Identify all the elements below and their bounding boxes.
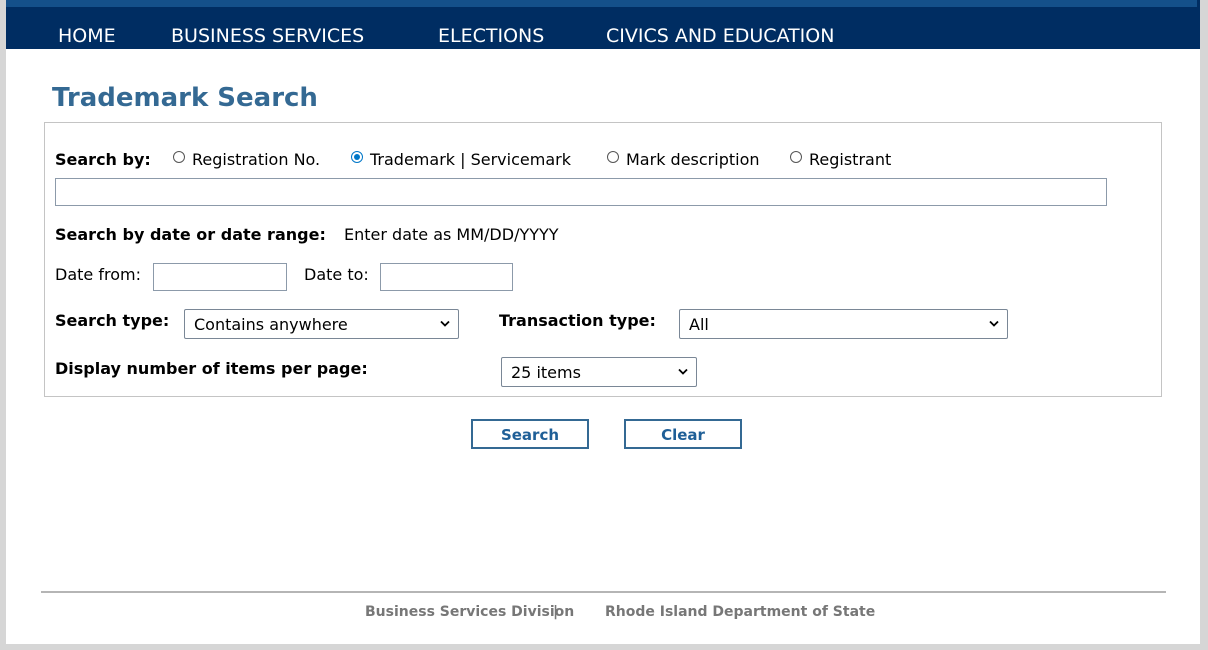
date-from-input[interactable] (153, 263, 287, 291)
search-form-box: Search by: Registration No. Trademark | … (44, 122, 1162, 397)
transaction-type-select[interactable]: All (679, 309, 1008, 339)
radio-label-trademark-servicemark[interactable]: Trademark | Servicemark (370, 150, 571, 170)
nav-item-civics-and-education[interactable]: CIVICS AND EDUCATION (606, 25, 834, 47)
transaction-type-selected-value: All (689, 315, 709, 334)
radio-mark-description[interactable] (607, 151, 619, 163)
nav-item-elections[interactable]: ELECTIONS (438, 25, 544, 47)
radio-trademark-servicemark[interactable] (351, 151, 363, 163)
items-per-page-select[interactable]: 25 items (501, 357, 697, 387)
footer-department-link[interactable]: Rhode Island Department of State (605, 603, 875, 621)
search-button[interactable]: Search (471, 419, 589, 449)
radio-label-mark-description[interactable]: Mark description (626, 150, 760, 170)
top-navigation-bar: HOME BUSINESS SERVICES ELECTIONS CIVICS … (6, 0, 1200, 49)
date-format-hint: Enter date as MM/DD/YYYY (344, 225, 559, 244)
chevron-down-icon (678, 368, 688, 375)
footer-separator: | (553, 604, 559, 620)
date-range-label: Search by date or date range: (55, 225, 326, 244)
page-title: Trademark Search (52, 83, 318, 113)
search-type-selected-value: Contains anywhere (194, 315, 348, 334)
nav-item-business-services[interactable]: BUSINESS SERVICES (171, 25, 364, 47)
nav-item-home[interactable]: HOME (58, 25, 116, 47)
chevron-down-icon (440, 320, 450, 327)
clear-button[interactable]: Clear (624, 419, 742, 449)
search-type-select[interactable]: Contains anywhere (184, 309, 459, 339)
search-text-input[interactable] (55, 178, 1107, 206)
search-by-label: Search by: (55, 150, 151, 169)
transaction-type-label: Transaction type: (499, 311, 656, 330)
items-per-page-label: Display number of items per page: (55, 359, 368, 378)
date-from-label: Date from: (55, 265, 141, 284)
radio-label-registration-no[interactable]: Registration No. (192, 150, 320, 170)
radio-registration-no[interactable] (173, 151, 185, 163)
radio-label-registrant[interactable]: Registrant (809, 150, 891, 170)
date-to-input[interactable] (380, 263, 513, 291)
chevron-down-icon (989, 320, 999, 327)
footer-divider (41, 591, 1166, 593)
radio-registrant[interactable] (790, 151, 802, 163)
search-type-label: Search type: (55, 311, 170, 330)
page: HOME BUSINESS SERVICES ELECTIONS CIVICS … (6, 0, 1200, 644)
footer-division-link[interactable]: Business Services Division (365, 603, 574, 621)
date-to-label: Date to: (304, 265, 369, 284)
nav-top-stripe (6, 0, 1197, 7)
items-per-page-selected-value: 25 items (511, 363, 581, 382)
